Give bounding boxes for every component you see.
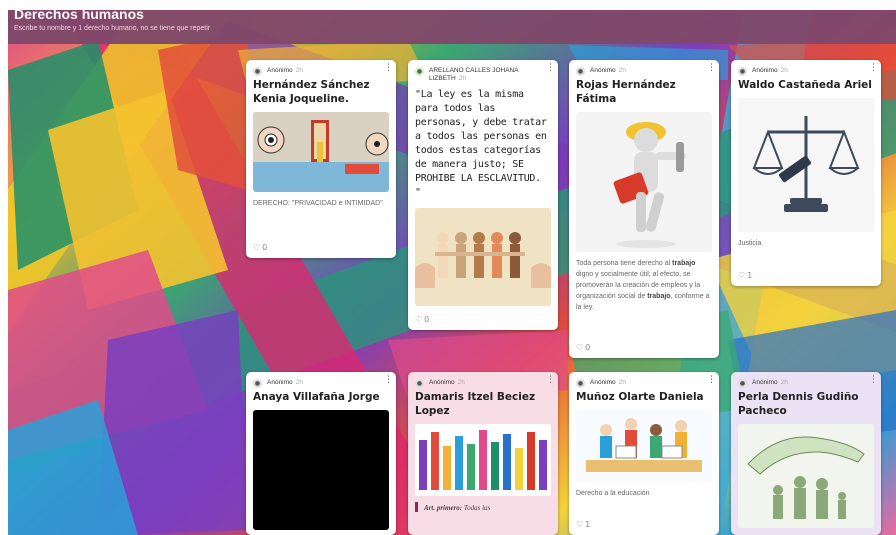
post-card[interactable]: ● Anónimo 2h ⋮ Rojas Hernández Fátima Tod… (569, 60, 719, 358)
post-card[interactable]: ● Anónimo 2h ⋮ Damaris Itzel Beciez Lopez… (408, 372, 558, 535)
user-icon: ● (576, 67, 585, 76)
kebab-menu-icon[interactable]: ⋮ (707, 64, 716, 73)
post-image-privacy[interactable] (253, 112, 389, 192)
post-image-worker[interactable] (576, 112, 712, 252)
post-author: Anónimo 2h (752, 379, 788, 386)
post-author: Anónimo 2h (590, 379, 626, 386)
post-description: DERECHO: "PRIVACIDAD e INTIMIDAD" (253, 200, 383, 207)
like-button[interactable]: ♡ 0 (576, 343, 590, 352)
kebab-menu-icon[interactable]: ⋮ (384, 64, 393, 73)
user-icon: ● (738, 67, 747, 76)
kebab-menu-icon[interactable]: ⋮ (546, 64, 555, 73)
like-count: 1 (747, 271, 753, 280)
family-protection (738, 424, 874, 528)
post-card[interactable]: ● Anónimo 2h ⋮ Waldo Castañeda Ariel Just… (731, 60, 881, 286)
heart-icon: ♡ (576, 343, 584, 352)
like-button[interactable]: ♡ 0 (415, 315, 429, 324)
post-card[interactable]: ● Anónimo 2h ⋮ Perla Dennis Gudiño Pachec… (731, 372, 881, 535)
post-quote: "La ley es la misma para todos las perso… (415, 89, 547, 198)
privacy-illustration (253, 112, 389, 192)
post-title: Rojas Hernández Fátima (576, 79, 676, 105)
heart-icon: ♡ (738, 271, 746, 280)
user-icon: ● (253, 379, 262, 388)
padlet-board: Derechos humanos Escribe tu nombre y 1 d… (0, 0, 896, 535)
heart-icon: ♡ (576, 520, 584, 529)
user-icon: ● (415, 379, 424, 388)
post-title: Muñoz Olarte Daniela (576, 391, 704, 403)
post-author: Anónimo 2h (267, 67, 303, 74)
post-title: Waldo Castañeda Ariel (738, 79, 872, 91)
post-card[interactable]: ● Anónimo 2h ⋮ Muñoz Olarte Daniela Derec… (569, 372, 719, 535)
post-image-family[interactable] (738, 424, 874, 528)
post-card[interactable]: ● Anónimo 2h ⋮ Anaya Villafaña Jorge (246, 372, 396, 535)
board-header: Derechos humanos Escribe tu nombre y 1 d… (8, 6, 896, 44)
kebab-menu-icon[interactable]: ⋮ (707, 376, 716, 385)
post-image-black[interactable] (253, 410, 389, 530)
user-icon: ● (738, 379, 747, 388)
post-image-people[interactable] (415, 208, 551, 306)
post-image-justice[interactable] (738, 98, 874, 232)
kebab-menu-icon[interactable]: ⋮ (384, 376, 393, 385)
post-description: Justicia (738, 240, 762, 247)
user-icon: ● (576, 379, 585, 388)
like-count: 0 (424, 315, 430, 324)
like-button[interactable]: ♡ 0 (253, 243, 267, 252)
kebab-menu-icon[interactable]: ⋮ (546, 376, 555, 385)
post-image-hands[interactable] (415, 424, 551, 496)
post-description: Derecho a la educación (576, 490, 650, 497)
post-author: Anónimo 2h (267, 379, 303, 386)
user-icon: ● (415, 67, 424, 76)
post-description: Toda persona tiene derecho al trabajo di… (576, 260, 710, 311)
article-quote: Art. primero: Todas las (415, 502, 551, 512)
post-title: Hernández Sánchez Kenia Joqueline. (253, 79, 370, 105)
user-icon: ● (253, 67, 262, 76)
kebab-menu-icon[interactable]: ⋮ (869, 376, 878, 385)
children-reading (576, 410, 712, 482)
like-count: 0 (262, 243, 268, 252)
raised-hands (415, 424, 551, 496)
like-count: 0 (585, 343, 591, 352)
post-author: Anónimo 2h (429, 379, 465, 386)
scales-of-justice (738, 98, 874, 232)
board-title: Derechos humanos (14, 6, 144, 22)
heart-icon: ♡ (415, 315, 423, 324)
post-author: Anónimo 2h (590, 67, 626, 74)
post-author: Anónimo 2h (752, 67, 788, 74)
post-title: Anaya Villafaña Jorge (253, 391, 380, 403)
kebab-menu-icon[interactable]: ⋮ (869, 64, 878, 73)
heart-icon: ♡ (253, 243, 261, 252)
post-card[interactable]: ● Anónimo 2h ⋮ Hernández Sánchez Kenia Jo… (246, 60, 396, 258)
post-card[interactable]: ● ARELLANO CALLES JOHANA LIZBETH 2h ⋮ "La… (408, 60, 558, 330)
post-title: Perla Dennis Gudiño Pacheco (738, 391, 859, 417)
post-title: Damaris Itzel Beciez Lopez (415, 391, 536, 417)
worker-figure (576, 112, 712, 252)
like-button[interactable]: ♡ 1 (576, 520, 590, 529)
post-image-children[interactable] (576, 410, 712, 482)
paper-people-chain (415, 208, 551, 306)
like-count: 1 (585, 520, 591, 529)
like-button[interactable]: ♡ 1 (738, 271, 752, 280)
post-author: ARELLANO CALLES JOHANA LIZBETH 2h (429, 67, 519, 82)
board-subtitle: Escribe tu nombre y 1 derecho humano, no… (14, 25, 211, 32)
